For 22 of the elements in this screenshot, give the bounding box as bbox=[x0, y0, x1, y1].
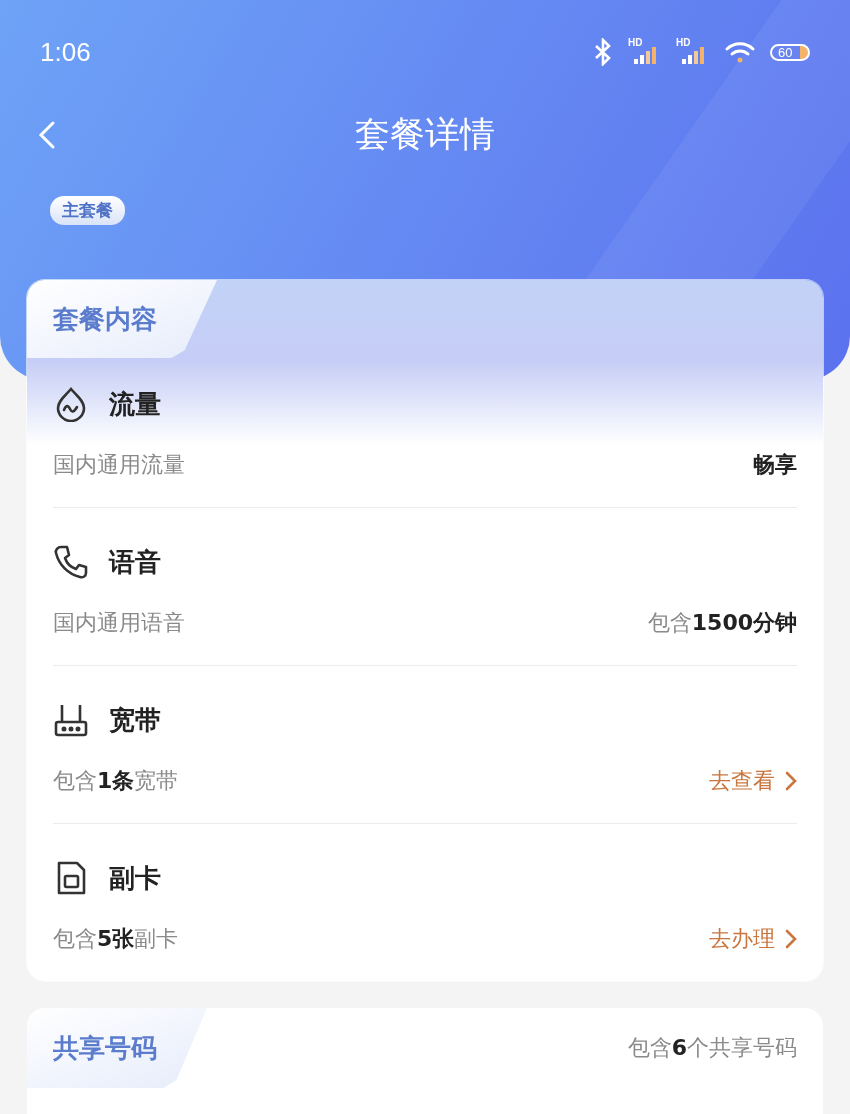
share-summary: 包含6个共享号码 bbox=[627, 1034, 797, 1062]
service-value: 畅享 bbox=[753, 451, 797, 479]
page-title: 套餐详情 bbox=[355, 112, 495, 156]
chevron-icon bbox=[785, 771, 797, 791]
service-name: 流量 bbox=[109, 387, 161, 421]
service-name: 宽带 bbox=[109, 703, 161, 737]
chevron-icon bbox=[785, 929, 797, 949]
service-description: 包含1条宽带 bbox=[53, 767, 179, 795]
wifi-icon bbox=[724, 40, 756, 64]
battery-icon: 60 bbox=[770, 43, 810, 61]
action-link[interactable]: 去查看 bbox=[709, 766, 797, 796]
status-time: 1:06 bbox=[40, 36, 91, 68]
service-description: 国内通用流量 bbox=[53, 451, 185, 479]
plan-tag: 主套餐 bbox=[50, 196, 125, 225]
router-icon bbox=[53, 702, 89, 738]
service-description: 包含5张副卡 bbox=[53, 925, 179, 953]
service-value: 包含1500分钟 bbox=[647, 609, 797, 637]
action-link[interactable]: 去办理 bbox=[709, 924, 797, 954]
service-description: 国内通用语音 bbox=[53, 609, 185, 637]
service-name: 语音 bbox=[109, 545, 161, 579]
phone-icon bbox=[53, 544, 89, 580]
service-name: 副卡 bbox=[109, 861, 161, 895]
